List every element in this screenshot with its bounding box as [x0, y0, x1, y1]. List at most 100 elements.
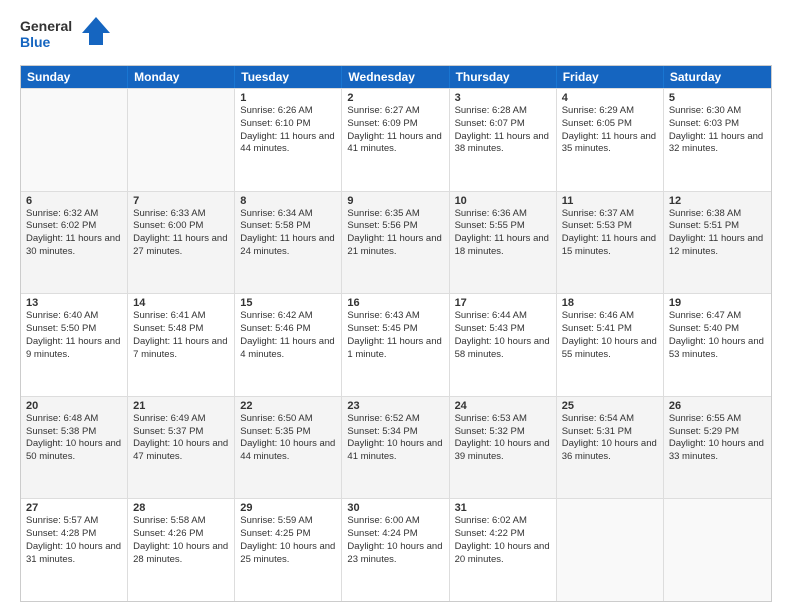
sunrise-text: Sunrise: 6:43 AM [347, 310, 419, 321]
logo: General Blue [20, 15, 110, 55]
page: General Blue SundayMondayTuesdayWednesda… [0, 0, 792, 612]
day-number: 29 [240, 502, 336, 514]
calendar: SundayMondayTuesdayWednesdayThursdayFrid… [20, 65, 772, 602]
daylight-text: Daylight: 11 hours and 32 minutes. [669, 131, 763, 155]
day-number: 13 [26, 297, 122, 309]
sunset-text: Sunset: 6:02 PM [26, 220, 96, 231]
sunset-text: Sunset: 5:53 PM [562, 220, 632, 231]
day-number: 20 [26, 400, 122, 412]
daylight-text: Daylight: 10 hours and 41 minutes. [347, 438, 442, 462]
sunrise-text: Sunrise: 6:53 AM [455, 413, 527, 424]
sunset-text: Sunset: 4:22 PM [455, 528, 525, 539]
day-cell-1: 1 Sunrise: 6:26 AM Sunset: 6:10 PM Dayli… [235, 89, 342, 191]
day-number: 2 [347, 92, 443, 104]
daylight-text: Daylight: 10 hours and 36 minutes. [562, 438, 657, 462]
sunrise-text: Sunrise: 6:28 AM [455, 105, 527, 116]
sunset-text: Sunset: 4:25 PM [240, 528, 310, 539]
header: General Blue [20, 15, 772, 55]
sunrise-text: Sunrise: 6:00 AM [347, 515, 419, 526]
header-day-thursday: Thursday [450, 66, 557, 88]
day-cell-21: 21 Sunrise: 6:49 AM Sunset: 5:37 PM Dayl… [128, 397, 235, 499]
sunrise-text: Sunrise: 6:33 AM [133, 208, 205, 219]
sunrise-text: Sunrise: 6:44 AM [455, 310, 527, 321]
day-number: 11 [562, 195, 658, 207]
daylight-text: Daylight: 10 hours and 20 minutes. [455, 541, 550, 565]
sunset-text: Sunset: 5:48 PM [133, 323, 203, 334]
calendar-body: 1 Sunrise: 6:26 AM Sunset: 6:10 PM Dayli… [21, 88, 771, 601]
day-number: 28 [133, 502, 229, 514]
sunset-text: Sunset: 5:35 PM [240, 426, 310, 437]
day-cell-6: 6 Sunrise: 6:32 AM Sunset: 6:02 PM Dayli… [21, 192, 128, 294]
day-cell-3: 3 Sunrise: 6:28 AM Sunset: 6:07 PM Dayli… [450, 89, 557, 191]
day-cell-15: 15 Sunrise: 6:42 AM Sunset: 5:46 PM Dayl… [235, 294, 342, 396]
day-cell-16: 16 Sunrise: 6:43 AM Sunset: 5:45 PM Dayl… [342, 294, 449, 396]
sunset-text: Sunset: 5:40 PM [669, 323, 739, 334]
sunrise-text: Sunrise: 6:37 AM [562, 208, 634, 219]
daylight-text: Daylight: 11 hours and 12 minutes. [669, 233, 763, 257]
day-number: 9 [347, 195, 443, 207]
week-row-5: 27 Sunrise: 5:57 AM Sunset: 4:28 PM Dayl… [21, 498, 771, 601]
sunrise-text: Sunrise: 6:38 AM [669, 208, 741, 219]
header-day-wednesday: Wednesday [342, 66, 449, 88]
sunset-text: Sunset: 6:10 PM [240, 118, 310, 129]
day-cell-12: 12 Sunrise: 6:38 AM Sunset: 5:51 PM Dayl… [664, 192, 771, 294]
day-cell-14: 14 Sunrise: 6:41 AM Sunset: 5:48 PM Dayl… [128, 294, 235, 396]
sunrise-text: Sunrise: 6:27 AM [347, 105, 419, 116]
daylight-text: Daylight: 11 hours and 4 minutes. [240, 336, 334, 360]
day-cell-9: 9 Sunrise: 6:35 AM Sunset: 5:56 PM Dayli… [342, 192, 449, 294]
sunset-text: Sunset: 6:03 PM [669, 118, 739, 129]
daylight-text: Daylight: 11 hours and 9 minutes. [26, 336, 120, 360]
day-cell-27: 27 Sunrise: 5:57 AM Sunset: 4:28 PM Dayl… [21, 499, 128, 601]
daylight-text: Daylight: 11 hours and 15 minutes. [562, 233, 656, 257]
week-row-2: 6 Sunrise: 6:32 AM Sunset: 6:02 PM Dayli… [21, 191, 771, 294]
day-number: 22 [240, 400, 336, 412]
empty-cell [21, 89, 128, 191]
day-cell-22: 22 Sunrise: 6:50 AM Sunset: 5:35 PM Dayl… [235, 397, 342, 499]
day-number: 6 [26, 195, 122, 207]
sunset-text: Sunset: 6:09 PM [347, 118, 417, 129]
sunrise-text: Sunrise: 5:58 AM [133, 515, 205, 526]
daylight-text: Daylight: 10 hours and 47 minutes. [133, 438, 228, 462]
header-day-tuesday: Tuesday [235, 66, 342, 88]
sunset-text: Sunset: 5:55 PM [455, 220, 525, 231]
sunset-text: Sunset: 5:50 PM [26, 323, 96, 334]
day-cell-26: 26 Sunrise: 6:55 AM Sunset: 5:29 PM Dayl… [664, 397, 771, 499]
sunset-text: Sunset: 5:46 PM [240, 323, 310, 334]
day-number: 17 [455, 297, 551, 309]
sunset-text: Sunset: 5:51 PM [669, 220, 739, 231]
sunset-text: Sunset: 5:45 PM [347, 323, 417, 334]
day-cell-20: 20 Sunrise: 6:48 AM Sunset: 5:38 PM Dayl… [21, 397, 128, 499]
day-cell-18: 18 Sunrise: 6:46 AM Sunset: 5:41 PM Dayl… [557, 294, 664, 396]
daylight-text: Daylight: 10 hours and 28 minutes. [133, 541, 228, 565]
day-cell-11: 11 Sunrise: 6:37 AM Sunset: 5:53 PM Dayl… [557, 192, 664, 294]
daylight-text: Daylight: 10 hours and 55 minutes. [562, 336, 657, 360]
sunrise-text: Sunrise: 6:40 AM [26, 310, 98, 321]
day-cell-4: 4 Sunrise: 6:29 AM Sunset: 6:05 PM Dayli… [557, 89, 664, 191]
day-number: 8 [240, 195, 336, 207]
day-number: 26 [669, 400, 766, 412]
daylight-text: Daylight: 11 hours and 38 minutes. [455, 131, 549, 155]
sunrise-text: Sunrise: 6:49 AM [133, 413, 205, 424]
day-number: 3 [455, 92, 551, 104]
week-row-4: 20 Sunrise: 6:48 AM Sunset: 5:38 PM Dayl… [21, 396, 771, 499]
daylight-text: Daylight: 11 hours and 24 minutes. [240, 233, 334, 257]
sunrise-text: Sunrise: 6:46 AM [562, 310, 634, 321]
daylight-text: Daylight: 11 hours and 44 minutes. [240, 131, 334, 155]
sunset-text: Sunset: 5:34 PM [347, 426, 417, 437]
sunset-text: Sunset: 5:43 PM [455, 323, 525, 334]
sunset-text: Sunset: 5:56 PM [347, 220, 417, 231]
sunset-text: Sunset: 5:58 PM [240, 220, 310, 231]
sunset-text: Sunset: 5:29 PM [669, 426, 739, 437]
sunrise-text: Sunrise: 6:41 AM [133, 310, 205, 321]
daylight-text: Daylight: 11 hours and 30 minutes. [26, 233, 120, 257]
empty-cell [557, 499, 664, 601]
sunset-text: Sunset: 5:38 PM [26, 426, 96, 437]
sunrise-text: Sunrise: 6:55 AM [669, 413, 741, 424]
daylight-text: Daylight: 11 hours and 41 minutes. [347, 131, 441, 155]
day-cell-24: 24 Sunrise: 6:53 AM Sunset: 5:32 PM Dayl… [450, 397, 557, 499]
sunrise-text: Sunrise: 5:59 AM [240, 515, 312, 526]
sunset-text: Sunset: 4:26 PM [133, 528, 203, 539]
day-cell-2: 2 Sunrise: 6:27 AM Sunset: 6:09 PM Dayli… [342, 89, 449, 191]
header-day-monday: Monday [128, 66, 235, 88]
sunset-text: Sunset: 5:31 PM [562, 426, 632, 437]
